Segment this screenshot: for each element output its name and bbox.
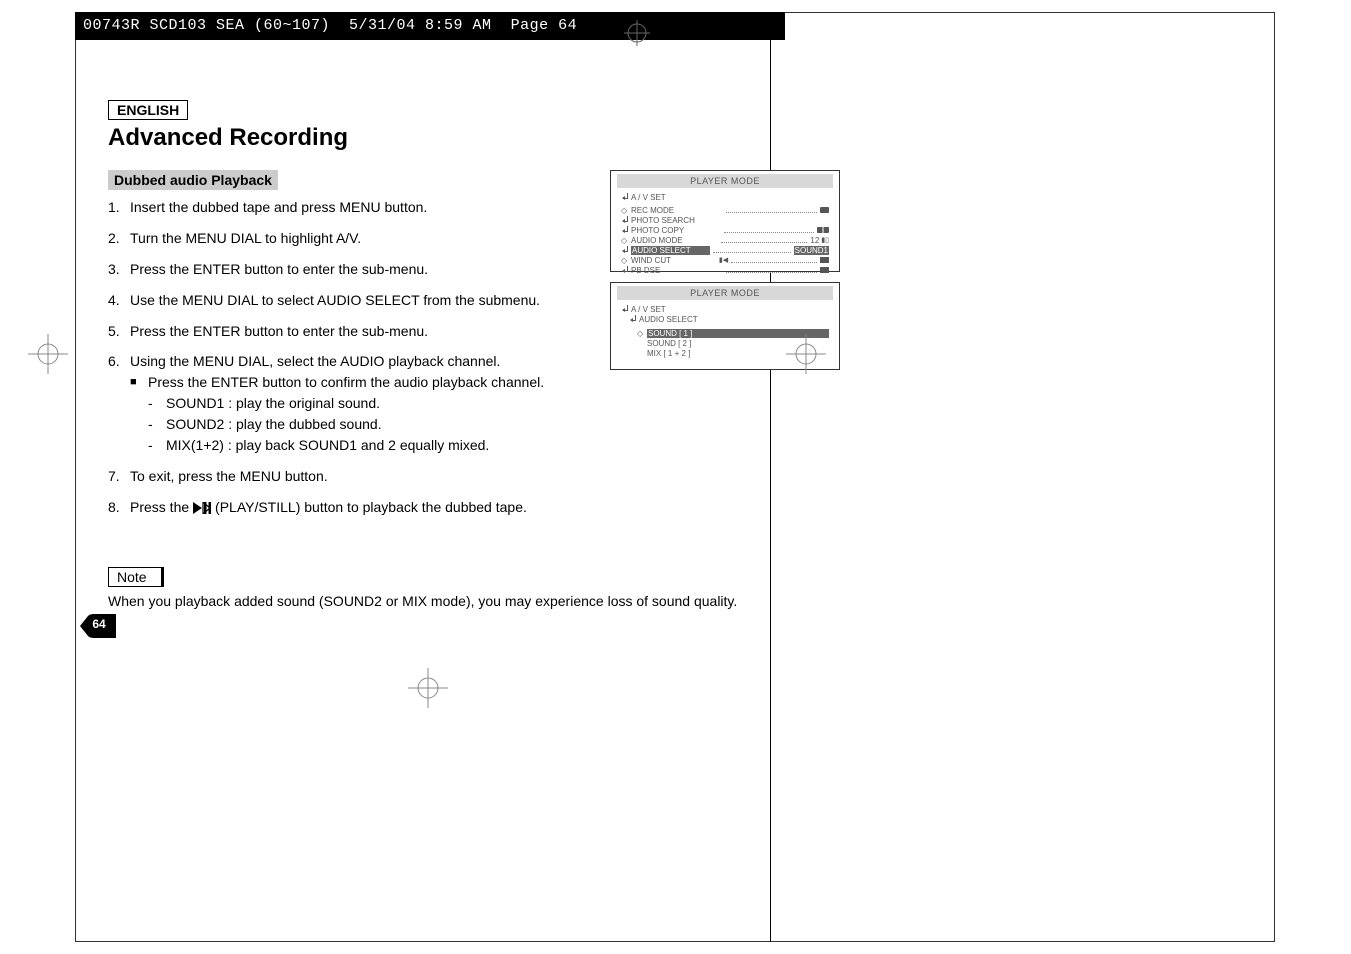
menu-item: PHOTO COPY <box>631 226 721 235</box>
dash-bullet: - <box>148 394 166 413</box>
note-text: When you playback added sound (SOUND2 or… <box>108 593 758 609</box>
step-number: 1. <box>108 198 130 217</box>
return-icon <box>621 216 631 225</box>
subsubstep-text: SOUND2 : play the dubbed sound. <box>166 415 758 434</box>
menu-item: REC MODE <box>631 206 723 215</box>
return-icon <box>621 266 631 275</box>
return-icon <box>621 193 631 202</box>
menu-item: PHOTO SEARCH <box>631 216 829 225</box>
section-heading: Dubbed audio Playback <box>108 170 278 190</box>
dash-bullet: - <box>148 436 166 455</box>
menu-value-selected: SOUND1 <box>794 246 829 255</box>
return-icon <box>621 246 631 255</box>
step-number: 6. <box>108 352 130 371</box>
return-icon <box>621 226 631 235</box>
menu-item: WIND CUT <box>631 256 717 265</box>
note-label: Note <box>108 567 164 587</box>
wind-off-icon: ▮◀ <box>719 256 728 264</box>
menu-item: AUDIO SELECT <box>639 315 829 324</box>
step-text: Press the (PLAY/STILL) button to playbac… <box>130 498 758 517</box>
language-box: ENGLISH <box>108 100 188 120</box>
step-number: 3. <box>108 260 130 279</box>
return-icon <box>629 315 639 324</box>
off-icon <box>820 256 829 265</box>
crop-mark-icon <box>786 334 826 374</box>
step-text-a: Press the <box>130 499 193 515</box>
substep-text: Press the ENTER button to confirm the au… <box>148 373 758 392</box>
menu-value: 12 <box>810 236 819 245</box>
menu-item: A / V SET <box>631 305 829 314</box>
menu-title: PLAYER MODE <box>617 174 833 188</box>
diamond-icon: ◇ <box>621 206 631 215</box>
job-info: 00743R SCD103 SEA (60~107) 5/31/04 8:59 … <box>83 17 577 34</box>
play-still-icon <box>193 502 215 514</box>
page-number: 64 <box>80 617 118 631</box>
page-title: Advanced Recording <box>108 124 758 152</box>
tape-icon <box>820 206 829 215</box>
off-icon <box>820 266 829 275</box>
menu-item: PB DSE <box>631 266 723 275</box>
subsubstep-text: SOUND1 : play the original sound. <box>166 394 758 413</box>
step-number: 2. <box>108 229 130 248</box>
diamond-icon: ◇ <box>621 236 631 245</box>
crop-mark-icon <box>28 334 68 374</box>
step-number: 5. <box>108 322 130 341</box>
menu-item-selected: AUDIO SELECT <box>631 246 710 255</box>
photo-copy-icon <box>817 226 829 235</box>
menu-title: PLAYER MODE <box>617 286 833 300</box>
step-text: To exit, press the MENU button. <box>130 467 758 486</box>
step-number: 4. <box>108 291 130 310</box>
subsubstep-text: MIX(1+2) : play back SOUND1 and 2 equall… <box>166 436 758 455</box>
print-header: 00743R SCD103 SEA (60~107) 5/31/04 8:59 … <box>75 12 785 40</box>
menu-item: AUDIO MODE <box>631 236 718 245</box>
trim-line <box>770 12 771 942</box>
diamond-icon: ◇ <box>637 329 647 338</box>
square-bullet-icon: ■ <box>130 373 148 391</box>
audio-bits-icon: ▮▯ <box>821 236 829 244</box>
crop-mark-icon <box>408 668 448 708</box>
step-number: 7. <box>108 467 130 486</box>
osd-menu-player-mode-1: PLAYER MODE A / V SET ◇REC MODE PHOTO SE… <box>610 170 840 272</box>
registration-mark-icon <box>624 20 650 46</box>
return-icon <box>621 305 631 314</box>
step-text-b: (PLAY/STILL) button to playback the dubb… <box>215 499 527 515</box>
step-number: 8. <box>108 498 130 517</box>
menu-item: A / V SET <box>631 193 829 202</box>
dash-bullet: - <box>148 415 166 434</box>
diamond-icon: ◇ <box>621 256 631 265</box>
